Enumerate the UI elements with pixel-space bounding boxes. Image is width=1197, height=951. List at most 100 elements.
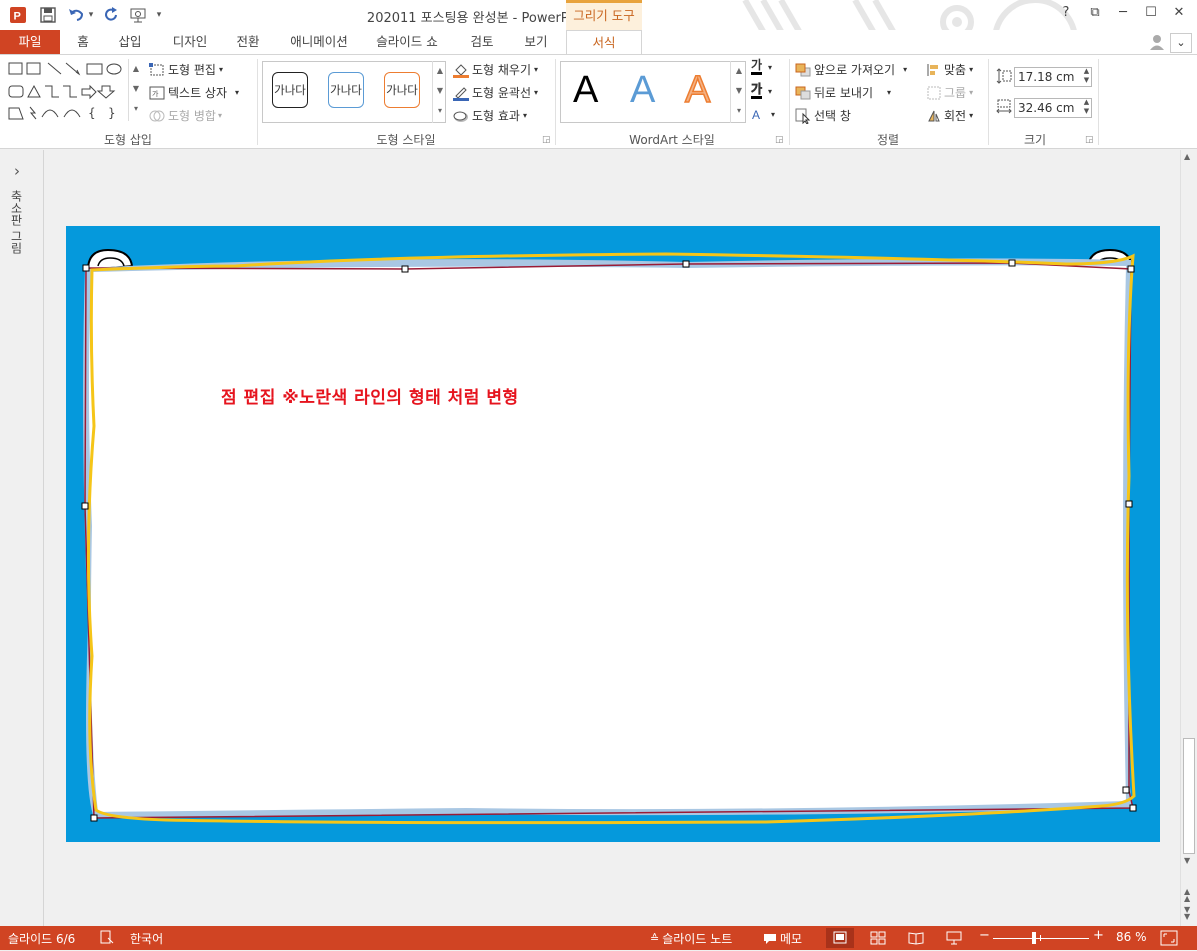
shape-style-preset-1[interactable]: 가나다 bbox=[272, 72, 308, 108]
comments-button[interactable]: 메모 bbox=[763, 930, 802, 947]
wordart-styles-group-label: WordArt 스타일 bbox=[629, 133, 715, 147]
zoom-level[interactable]: 86 % bbox=[1116, 930, 1147, 944]
slide-annotation-text[interactable]: 점 편집 ※노란색 라인의 형태 처럼 변형 bbox=[221, 383, 519, 408]
scroll-up-arrow-icon[interactable]: ▲ bbox=[1184, 152, 1190, 161]
notes-label: 슬라이드 노트 bbox=[662, 932, 733, 946]
tab-transitions[interactable]: 전환 bbox=[228, 30, 268, 54]
arrange-group-label: 정렬 bbox=[876, 133, 900, 147]
normal-view-button[interactable] bbox=[826, 928, 854, 948]
notes-button[interactable]: ≙ 슬라이드 노트 bbox=[650, 930, 732, 947]
shape-height-spinner[interactable]: ▲ ▼ bbox=[1080, 67, 1093, 87]
status-bar: 슬라이드 6/6 한국어 ≙ 슬라이드 노트 메모 − + 86 % bbox=[0, 926, 1197, 950]
zoom-in-button[interactable]: + bbox=[1093, 928, 1104, 943]
shape-gallery[interactable]: {} bbox=[4, 59, 144, 121]
shape-style-gallery-scroll[interactable]: ▲ ▼ ▾ bbox=[432, 61, 447, 123]
text-box-button[interactable]: 가 텍스트 상자 ▾ bbox=[149, 84, 239, 101]
powerpoint-logo-icon[interactable]: P bbox=[8, 5, 28, 25]
fit-slide-to-window-icon[interactable] bbox=[1160, 930, 1178, 946]
selection-pane-button[interactable]: 선택 창 bbox=[795, 107, 851, 124]
dialog-launcher-icon[interactable]: ◲ bbox=[1085, 135, 1094, 145]
selection-pane-label: 선택 창 bbox=[814, 109, 851, 123]
text-outline-icon: 가 bbox=[751, 82, 762, 99]
tab-review[interactable]: 검토 bbox=[462, 30, 502, 54]
slide-canvas[interactable] bbox=[66, 226, 1160, 842]
text-fill-icon: 가 bbox=[751, 59, 763, 75]
send-backward-button[interactable]: 뒤로 보내기 ▾ bbox=[795, 84, 891, 101]
shape-width-spinner[interactable]: ▲ ▼ bbox=[1080, 98, 1093, 118]
ribbon-display-options-button[interactable]: ⧉ bbox=[1082, 5, 1108, 25]
account-icon[interactable] bbox=[1148, 34, 1166, 50]
tab-insert[interactable]: 삽입 bbox=[110, 30, 150, 54]
tab-design[interactable]: 디자인 bbox=[164, 30, 216, 54]
drawing-tools-context-header: 그리기 도구 bbox=[566, 0, 642, 30]
shape-gallery-scroll[interactable]: ▲ ▼ ▾ bbox=[128, 59, 143, 121]
tab-view[interactable]: 보기 bbox=[516, 30, 556, 54]
scroll-down-arrow-icon[interactable]: ▼ bbox=[1184, 856, 1190, 865]
bring-forward-button[interactable]: 앞으로 가져오기 ▾ bbox=[795, 61, 907, 78]
paint-bucket-icon bbox=[453, 63, 469, 78]
shape-fill-label: 도형 채우기 bbox=[472, 63, 532, 77]
thumbnails-label[interactable]: 축소판 그림 bbox=[8, 190, 25, 254]
rotate-label: 회전 bbox=[944, 109, 967, 123]
vertical-scrollbar[interactable]: ▲ ▼ ▲ ▲ ▼ ▼ bbox=[1180, 150, 1197, 926]
group-divider bbox=[1098, 59, 1099, 145]
wordart-style-orange[interactable]: A bbox=[684, 68, 711, 112]
text-outline-button[interactable]: 가 ▾ bbox=[751, 82, 772, 99]
expand-pane-arrow-icon[interactable]: › bbox=[14, 162, 20, 180]
send-backward-label: 뒤로 보내기 bbox=[814, 86, 874, 100]
minimize-button[interactable]: ─ bbox=[1110, 5, 1136, 25]
undo-icon[interactable] bbox=[66, 5, 86, 25]
previous-slide-icon[interactable]: ▲ ▲ bbox=[1184, 888, 1190, 903]
text-effects-button[interactable]: A ▾ bbox=[751, 107, 775, 121]
close-button[interactable]: ✕ bbox=[1166, 5, 1192, 25]
scrollbar-thumb[interactable] bbox=[1183, 738, 1195, 854]
customize-qat-icon[interactable]: ▾ bbox=[152, 5, 166, 25]
shape-width-icon bbox=[996, 99, 1012, 115]
collapse-ribbon-icon[interactable]: ⌄ bbox=[1170, 33, 1192, 53]
thumbnail-pane: › 축소판 그림 bbox=[0, 150, 44, 926]
comments-label: 메모 bbox=[780, 932, 803, 946]
reading-view-icon[interactable] bbox=[908, 931, 924, 945]
align-button[interactable]: 맞춤 ▾ bbox=[927, 61, 973, 78]
tab-format[interactable]: 서식 bbox=[566, 30, 642, 54]
shape-style-preset-2[interactable]: 가나다 bbox=[328, 72, 364, 108]
shape-fill-button[interactable]: 도형 채우기 ▾ bbox=[453, 61, 538, 78]
undo-dropdown-icon[interactable]: ▾ bbox=[86, 5, 96, 25]
shape-style-preset-3[interactable]: 가나다 bbox=[384, 72, 420, 108]
shape-outline-button[interactable]: 도형 윤곽선 ▾ bbox=[453, 84, 538, 101]
wordart-style-black[interactable]: A bbox=[573, 69, 598, 112]
dialog-launcher-icon[interactable]: ◲ bbox=[775, 135, 784, 145]
tab-file[interactable]: 파일 bbox=[0, 30, 60, 54]
slide-sorter-view-icon[interactable] bbox=[870, 931, 886, 945]
group-button[interactable]: 그룹 ▾ bbox=[927, 84, 973, 101]
edit-shape-button[interactable]: 도형 편집 ▾ bbox=[149, 61, 223, 78]
save-icon[interactable] bbox=[38, 5, 58, 25]
text-fill-button[interactable]: 가 ▾ bbox=[751, 59, 772, 75]
spellcheck-icon[interactable] bbox=[100, 930, 114, 944]
tab-home[interactable]: 홈 bbox=[66, 30, 100, 54]
maximize-button[interactable]: ☐ bbox=[1138, 5, 1164, 25]
merge-shapes-button[interactable]: 도형 병합 ▾ bbox=[149, 107, 222, 124]
start-slideshow-icon[interactable] bbox=[128, 5, 148, 25]
dialog-launcher-icon[interactable]: ◲ bbox=[542, 135, 551, 145]
scroll-frame-shape[interactable] bbox=[66, 226, 1160, 842]
tab-slideshow[interactable]: 슬라이드 쇼 bbox=[368, 30, 446, 54]
tab-animations[interactable]: 애니메이션 bbox=[282, 30, 356, 54]
rotate-button[interactable]: 회전 ▾ bbox=[927, 107, 973, 124]
svg-text:가: 가 bbox=[152, 89, 159, 98]
wordart-gallery-scroll[interactable]: ▲ ▼ ▾ bbox=[730, 61, 747, 123]
help-button[interactable]: ? bbox=[1053, 5, 1079, 25]
shape-effects-button[interactable]: 도형 효과 ▾ bbox=[453, 107, 527, 124]
chevron-down-icon: ▾ bbox=[969, 65, 974, 74]
redo-icon[interactable] bbox=[102, 5, 122, 25]
zoom-slider[interactable] bbox=[993, 932, 1089, 944]
slide-number-indicator[interactable]: 슬라이드 6/6 bbox=[8, 930, 75, 947]
bring-forward-label: 앞으로 가져오기 bbox=[814, 63, 896, 77]
language-indicator[interactable]: 한국어 bbox=[130, 930, 163, 947]
slideshow-view-icon[interactable] bbox=[946, 931, 962, 945]
next-slide-icon[interactable]: ▼ ▼ bbox=[1184, 906, 1190, 921]
group-icon bbox=[927, 86, 941, 99]
zoom-slider-thumb[interactable] bbox=[1031, 932, 1036, 944]
wordart-style-blue[interactable]: A bbox=[630, 69, 655, 112]
zoom-out-button[interactable]: − bbox=[979, 928, 990, 943]
